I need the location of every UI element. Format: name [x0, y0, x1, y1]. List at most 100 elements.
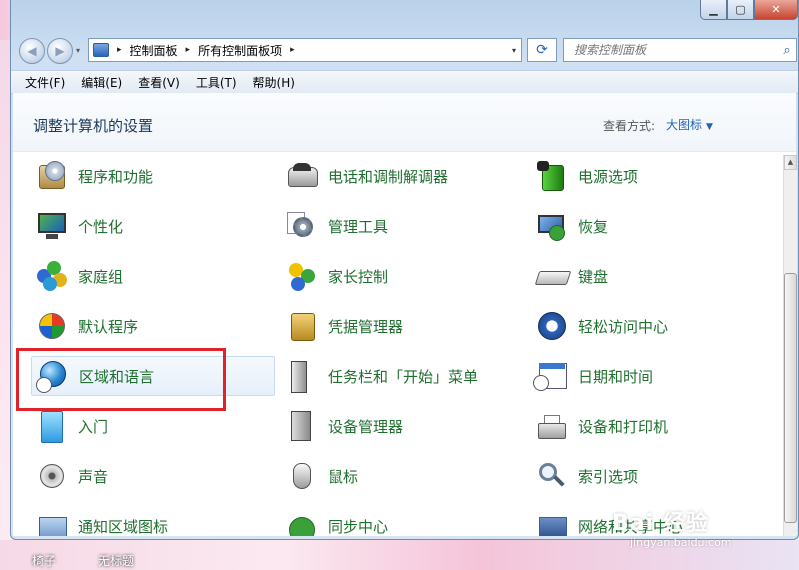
back-arrow-icon: ◀ [27, 44, 37, 58]
recent-pages-dropdown-icon[interactable]: ▾ [76, 46, 80, 55]
devices-and-printers-icon [535, 409, 569, 443]
forward-button[interactable]: ▶ [47, 38, 73, 64]
menu-edit[interactable]: 编辑(E) [73, 74, 130, 91]
item-label: 鼠标 [328, 467, 359, 486]
breadcrumb-separator-icon[interactable]: ▸ [186, 45, 191, 55]
item-label: 电话和调制解调器 [328, 167, 449, 186]
scroll-up-icon[interactable]: ▲ [784, 155, 797, 170]
item-sync-center[interactable]: 同步中心 [281, 506, 521, 536]
search-input[interactable] [572, 42, 778, 58]
maximize-button[interactable]: ▢ [727, 0, 754, 20]
annotation-highlight-box [16, 348, 226, 411]
baidu-watermark: Bai 经验 [612, 511, 709, 536]
item-ease-of-access-center[interactable]: 轻松访问中心 [531, 306, 771, 346]
item-power-options[interactable]: 电源选项 [531, 156, 771, 196]
item-device-manager[interactable]: 设备管理器 [281, 406, 521, 446]
page-title: 调整计算机的设置 [33, 117, 154, 135]
address-bar[interactable]: ▸ 控制面板 ▸ 所有控制面板项 ▸ ▾ [88, 38, 522, 62]
power-options-icon [535, 159, 569, 193]
item-label: 日期和时间 [578, 367, 654, 386]
parental-controls-icon [285, 259, 319, 293]
breadcrumb-separator-icon[interactable]: ▸ [117, 45, 122, 55]
desktop-icon-label-chair[interactable]: 椅子 [32, 552, 56, 569]
scrollbar-thumb[interactable] [784, 273, 797, 523]
view-by-dropdown[interactable]: 大图标 ▼ [666, 116, 713, 133]
menu-tools[interactable]: 工具(T) [188, 74, 245, 91]
date-and-time-icon [533, 359, 569, 393]
keyboard-icon [534, 259, 572, 293]
menu-file[interactable]: 文件(F) [11, 74, 73, 91]
item-label: 任务栏和「开始」菜单 [328, 367, 479, 386]
control-panel-window: ▁ ▢ ✕ ◀ ▶ ▾ ▸ 控制面板 ▸ 所有控制面板项 ▸ ▾ ⟳ ⌕ 文件(… [10, 0, 799, 540]
item-parental-controls[interactable]: 家长控制 [281, 256, 521, 296]
item-devices-and-printers[interactable]: 设备和打印机 [531, 406, 771, 446]
vertical-scrollbar[interactable]: ▲ [783, 155, 797, 536]
item-label: 电源选项 [578, 167, 639, 186]
mouse-icon [285, 459, 319, 493]
item-label: 家长控制 [328, 267, 389, 286]
item-label: 声音 [78, 467, 109, 486]
item-getting-started[interactable]: 入门 [31, 406, 271, 446]
ease-of-access-icon [535, 309, 569, 343]
item-sound[interactable]: 声音 [31, 456, 271, 496]
item-date-and-time[interactable]: 日期和时间 [531, 356, 771, 396]
search-box[interactable]: ⌕ [563, 38, 797, 62]
personalization-icon [35, 209, 69, 243]
item-label: 程序和功能 [78, 167, 154, 186]
window-caption-buttons: ▁ ▢ ✕ [700, 0, 798, 20]
item-label: 索引选项 [578, 467, 639, 486]
menu-help[interactable]: 帮助(H) [245, 74, 303, 91]
desktop-icon-label-untitled[interactable]: 无标题 [98, 552, 134, 569]
item-label: 默认程序 [78, 317, 139, 336]
close-button[interactable]: ✕ [754, 0, 798, 20]
item-administrative-tools[interactable]: 管理工具 [281, 206, 521, 246]
minimize-button[interactable]: ▁ [700, 0, 727, 20]
item-homegroup[interactable]: 家庭组 [31, 256, 271, 296]
item-label: 通知区域图标 [78, 517, 169, 536]
back-button[interactable]: ◀ [19, 38, 45, 64]
forward-arrow-icon: ▶ [55, 44, 65, 58]
refresh-icon: ⟳ [536, 42, 548, 58]
item-taskbar-and-start-menu[interactable]: 任务栏和「开始」菜单 [281, 356, 521, 396]
close-icon: ✕ [771, 3, 781, 16]
item-label: 家庭组 [78, 267, 124, 286]
item-indexing-options[interactable]: 索引选项 [531, 456, 771, 496]
phone-and-modem-icon [285, 159, 319, 193]
recovery-icon [535, 209, 569, 243]
indexing-options-icon [535, 459, 569, 493]
item-default-programs[interactable]: 默认程序 [31, 306, 271, 346]
item-personalization[interactable]: 个性化 [31, 206, 271, 246]
search-icon[interactable]: ⌕ [778, 43, 796, 58]
content-pane: 调整计算机的设置 查看方式: 大图标 ▼ 程序和功能 个性化 家庭组 默认程序 … [13, 93, 796, 536]
item-recovery[interactable]: 恢复 [531, 206, 771, 246]
menu-view[interactable]: 查看(V) [130, 74, 188, 91]
address-dropdown-icon[interactable]: ▾ [512, 46, 516, 55]
breadcrumb-separator-icon[interactable]: ▸ [290, 45, 295, 55]
sound-icon [35, 459, 69, 493]
item-label: 入门 [78, 417, 109, 436]
device-manager-icon [285, 409, 319, 443]
item-label: 管理工具 [328, 217, 389, 236]
control-panel-icon [93, 43, 109, 57]
notification-area-icon [35, 509, 69, 536]
breadcrumb-control-panel[interactable]: 控制面板 [130, 42, 178, 59]
programs-and-features-icon [35, 159, 69, 193]
item-label: 轻松访问中心 [578, 317, 669, 336]
breadcrumb-all-items[interactable]: 所有控制面板项 [198, 42, 282, 59]
item-mouse[interactable]: 鼠标 [281, 456, 521, 496]
item-programs-and-features[interactable]: 程序和功能 [31, 156, 271, 196]
item-label: 键盘 [578, 267, 609, 286]
dropdown-arrow-icon: ▼ [706, 122, 713, 132]
default-programs-icon [35, 309, 69, 343]
sync-center-icon [285, 509, 319, 536]
item-credential-manager[interactable]: 凭据管理器 [281, 306, 521, 346]
refresh-button[interactable]: ⟳ [527, 38, 557, 62]
item-phone-and-modem[interactable]: 电话和调制解调器 [281, 156, 521, 196]
item-notification-area-icons[interactable]: 通知区域图标 [31, 506, 271, 536]
content-header: 调整计算机的设置 查看方式: 大图标 ▼ [13, 93, 796, 152]
item-label: 个性化 [78, 217, 124, 236]
item-label: 同步中心 [328, 517, 389, 536]
view-by-value: 大图标 [666, 118, 703, 132]
minimize-icon: ▁ [709, 3, 718, 16]
item-keyboard[interactable]: 键盘 [531, 256, 771, 296]
